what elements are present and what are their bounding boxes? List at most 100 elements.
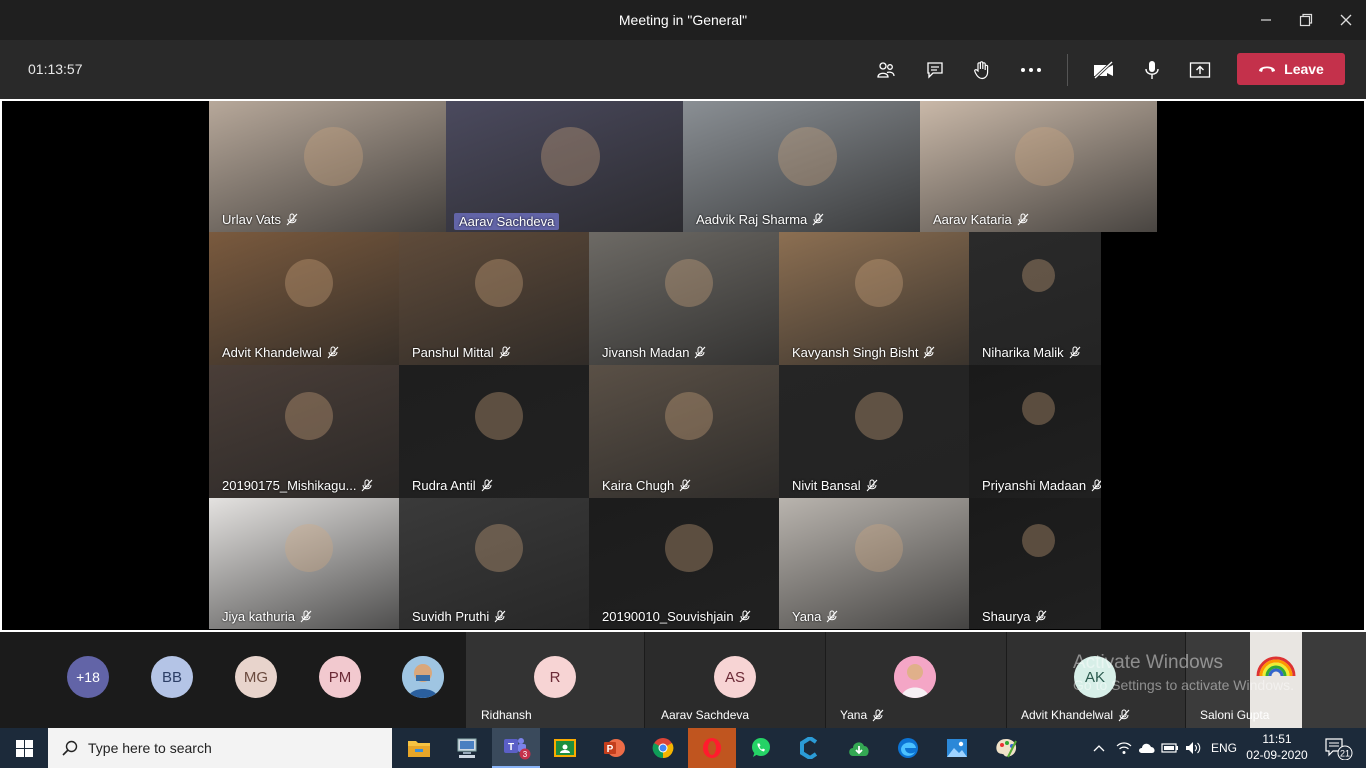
notifications-button[interactable]: 21 <box>1318 728 1358 768</box>
opera-app[interactable] <box>688 728 736 768</box>
avatar[interactable]: PM <box>319 656 361 698</box>
participant-name-label: Advit Khandelwal <box>217 344 344 361</box>
volume-button[interactable] <box>1183 728 1205 768</box>
participant-video-feed <box>475 524 523 572</box>
battery-button[interactable] <box>1159 728 1181 768</box>
participant-name-label: Rudra Antil <box>407 477 498 494</box>
participant-name-label: Aarav Sachdeva <box>454 213 560 230</box>
mic-off-icon <box>812 213 824 226</box>
download-app[interactable] <box>835 728 883 768</box>
participant-name-label: Yana <box>787 608 843 625</box>
participant-name-label: Aarav Kataria <box>928 211 1034 228</box>
participant-name: Saloni Gupta <box>1200 708 1270 722</box>
c-app[interactable] <box>786 728 834 768</box>
video-tile[interactable]: Niharika Malik <box>969 232 1101 365</box>
video-tile[interactable]: Jivansh Madan <box>589 232 779 365</box>
chat-button[interactable] <box>919 54 951 86</box>
network-app[interactable] <box>443 728 491 768</box>
windows-taskbar: Type here to search T3 P ENG 11:51 02-09… <box>0 728 1366 768</box>
video-tile[interactable]: 20190010_Souvishjain <box>589 498 779 629</box>
toolbar-divider <box>1067 54 1068 86</box>
video-tile[interactable]: Priyanshi Madaan <box>969 365 1101 498</box>
participant-video-feed <box>475 259 523 307</box>
avatar[interactable]: BB <box>151 656 193 698</box>
participant-video-feed <box>1022 259 1055 292</box>
mic-off-icon <box>1036 610 1047 623</box>
video-tile[interactable]: Rudra Antil <box>399 365 589 498</box>
participant-tile[interactable]: R Ridhansh <box>466 632 644 728</box>
video-tile[interactable]: 20190175_Mishikagu... <box>209 365 399 498</box>
avatar-photo[interactable] <box>402 656 444 698</box>
overflow-participants-button[interactable]: +18 <box>67 656 109 698</box>
participant-name-label: Urlav Vats <box>217 211 303 228</box>
paint-app[interactable] <box>982 728 1030 768</box>
participant-video-feed <box>665 392 713 440</box>
video-tile[interactable]: Kaira Chugh <box>589 365 779 498</box>
photos-app[interactable] <box>933 728 981 768</box>
mic-off-icon <box>300 610 312 623</box>
avatar-initials: PM <box>328 668 352 686</box>
participant-name: Advit Khandelwal <box>1021 708 1130 722</box>
restore-button[interactable] <box>1286 0 1326 40</box>
input-language-button[interactable]: ENG <box>1208 728 1240 768</box>
participants-button[interactable] <box>870 54 902 86</box>
participant-name: Aadvik Raj Sharma <box>696 212 808 227</box>
participant-name-label: Jivansh Madan <box>597 344 711 361</box>
leave-button[interactable]: Leave <box>1237 53 1345 85</box>
google-classroom-app[interactable] <box>541 728 589 768</box>
video-tile[interactable]: Nivit Bansal <box>779 365 969 498</box>
activate-windows-watermark: Activate Windows Go to Settings to activ… <box>1073 652 1294 693</box>
video-tile[interactable]: Aarav Kataria <box>920 101 1157 232</box>
chrome-app[interactable] <box>639 728 687 768</box>
participant-tile[interactable]: AS Aarav Sachdeva <box>645 632 825 728</box>
share-screen-button[interactable] <box>1184 54 1216 86</box>
video-tile[interactable]: Jiya kathuria <box>209 498 399 629</box>
avatar[interactable]: MG <box>235 656 277 698</box>
video-tile[interactable]: Shaurya <box>969 498 1101 629</box>
video-tile[interactable]: Aarav Sachdeva <box>446 101 683 232</box>
start-button[interactable] <box>0 728 48 768</box>
video-tile[interactable]: Panshul Mittal <box>399 232 589 365</box>
video-tile[interactable]: Yana <box>779 498 969 629</box>
taskbar-search-box[interactable]: Type here to search <box>48 728 392 768</box>
more-icon <box>1021 68 1041 72</box>
taskbar-clock[interactable]: 11:51 02-09-2020 <box>1240 731 1314 763</box>
participant-name-label: Suvidh Pruthi <box>407 608 511 625</box>
wifi-button[interactable] <box>1113 728 1135 768</box>
close-button[interactable] <box>1326 0 1366 40</box>
edge-app[interactable] <box>884 728 932 768</box>
raise-hand-button[interactable] <box>966 54 998 86</box>
teams-meeting-window: Meeting in "General" 01:13:57 Leave Urla… <box>0 0 1366 768</box>
svg-text:P: P <box>607 744 614 755</box>
microphone-button[interactable] <box>1136 54 1168 86</box>
participant-name: Aarav Sachdeva <box>459 214 555 229</box>
video-tile[interactable]: Aadvik Raj Sharma <box>683 101 920 232</box>
file-explorer-app[interactable] <box>395 728 443 768</box>
search-placeholder: Type here to search <box>88 740 212 756</box>
video-tile[interactable]: Urlav Vats <box>209 101 446 232</box>
clock-time: 11:51 <box>1262 732 1292 746</box>
camera-toggle-button[interactable] <box>1088 54 1120 86</box>
powerpoint-app[interactable]: P <box>590 728 638 768</box>
video-tile[interactable]: Kavyansh Singh Bisht <box>779 232 969 365</box>
participant-name: Aarav Sachdeva <box>661 708 750 722</box>
participant-name: Urlav Vats <box>222 212 281 227</box>
whatsapp-app[interactable] <box>737 728 785 768</box>
participant-name: Shaurya <box>982 609 1031 624</box>
minimize-button[interactable] <box>1246 0 1286 40</box>
mic-off-icon <box>362 479 373 492</box>
participant-name-label: Priyanshi Madaan <box>977 477 1101 494</box>
participant-name-label: Niharika Malik <box>977 344 1086 361</box>
video-tile[interactable]: Advit Khandelwal <box>209 232 399 365</box>
teams-app[interactable]: T3 <box>492 728 540 768</box>
more-actions-button[interactable] <box>1015 54 1047 86</box>
mic-off-icon <box>327 346 339 359</box>
onedrive-button[interactable] <box>1136 728 1158 768</box>
show-hidden-icons-button[interactable] <box>1088 728 1110 768</box>
video-tile[interactable]: Suvidh Pruthi <box>399 498 589 629</box>
powerpoint-icon: P <box>604 739 625 757</box>
meeting-toolbar: 01:13:57 Leave <box>0 40 1366 99</box>
participant-video-feed <box>665 524 713 572</box>
participant-tile[interactable]: Yana <box>826 632 1006 728</box>
participant-name-label: 20190010_Souvishjain <box>597 608 756 625</box>
